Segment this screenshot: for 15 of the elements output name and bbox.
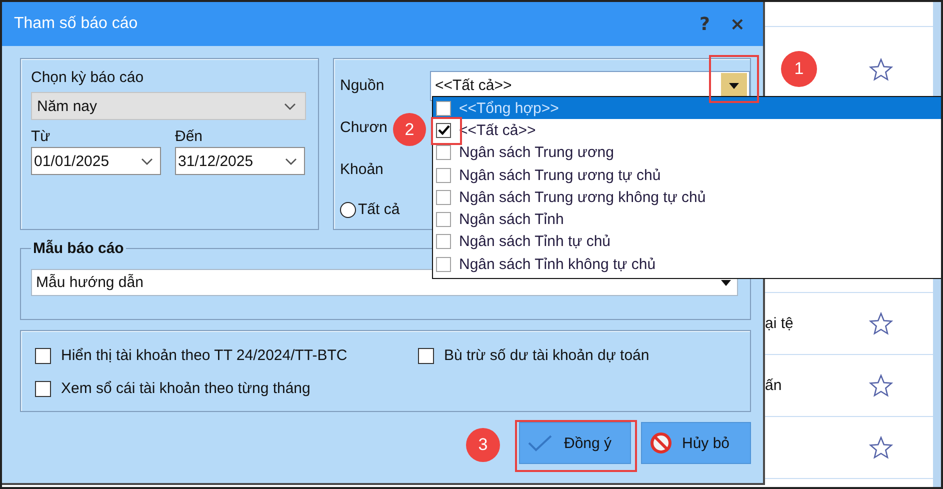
group-title: Mẫu báo cáo	[32, 240, 125, 257]
step-badge: 1	[781, 51, 817, 87]
field-label: Khoản	[340, 160, 384, 178]
field-label: Từ	[31, 128, 52, 145]
checkbox-label: Bù trừ số dư tài khoản dự toán	[444, 347, 650, 364]
report-name: ấn	[765, 377, 782, 394]
radio-label: Tất cả	[358, 201, 400, 218]
field-label: Đến	[175, 128, 204, 145]
field-label: Nguồn	[340, 77, 386, 94]
window-title: Tham số báo cáo	[14, 15, 138, 33]
checkbox-label: Xem sổ cái tài khoản theo từng tháng	[61, 380, 310, 397]
report-name: ại tệ	[765, 315, 794, 332]
field-label: Chươn	[340, 119, 388, 136]
checkbox-label: Hiển thị tài khoản theo TT 24/2024/TT-BTC	[61, 347, 348, 364]
field-label: Chọn kỳ báo cáo	[31, 69, 145, 86]
